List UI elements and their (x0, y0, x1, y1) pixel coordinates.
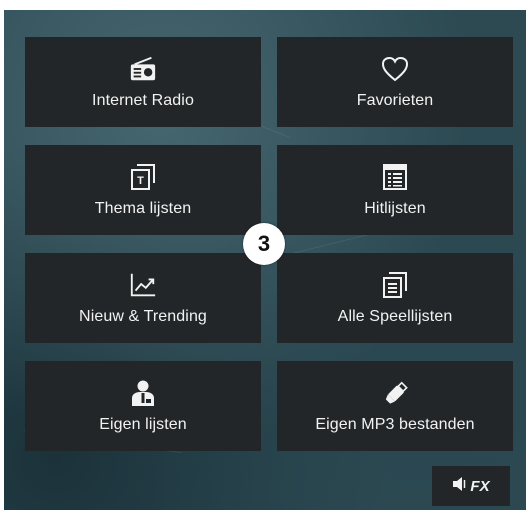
usb-icon (381, 379, 409, 407)
user-lists-icon (129, 379, 157, 407)
tile-internet-radio[interactable]: Internet Radio (25, 37, 261, 127)
chart-list-icon (381, 163, 409, 191)
tile-label: Internet Radio (92, 91, 194, 109)
playlists-icon (381, 271, 409, 299)
tile-label: Eigen lijsten (99, 415, 187, 433)
radio-icon (129, 55, 157, 83)
page-number-badge: 3 (243, 223, 285, 265)
fx-button[interactable]: FX (432, 466, 510, 506)
tile-nieuw-trending[interactable]: Nieuw & Trending (25, 253, 261, 343)
tile-label: Nieuw & Trending (79, 307, 207, 325)
tile-label: Hitlijsten (364, 199, 426, 217)
tile-label: Favorieten (356, 91, 434, 109)
tile-favorieten[interactable]: Favorieten (277, 37, 513, 127)
tile-hitlijsten[interactable]: Hitlijsten (277, 145, 513, 235)
tile-alle-speellijsten[interactable]: Alle Speellijsten (277, 253, 513, 343)
svg-text:T: T (137, 175, 144, 187)
menu-screen: Internet Radio Favorieten T Thema lijste… (4, 10, 526, 510)
tile-eigen-lijsten[interactable]: Eigen lijsten (25, 361, 261, 451)
fx-label: FX (470, 477, 490, 495)
tile-thema-lijsten[interactable]: T Thema lijsten (25, 145, 261, 235)
tile-label: Thema lijsten (94, 199, 192, 217)
heart-icon (381, 55, 409, 83)
trending-icon (129, 271, 157, 299)
theme-list-icon: T (129, 163, 157, 191)
tile-label: Eigen MP3 bestanden (315, 415, 475, 433)
tile-eigen-mp3[interactable]: Eigen MP3 bestanden (277, 361, 513, 451)
tile-label: Alle Speellijsten (337, 307, 453, 325)
speaker-icon (452, 476, 466, 497)
